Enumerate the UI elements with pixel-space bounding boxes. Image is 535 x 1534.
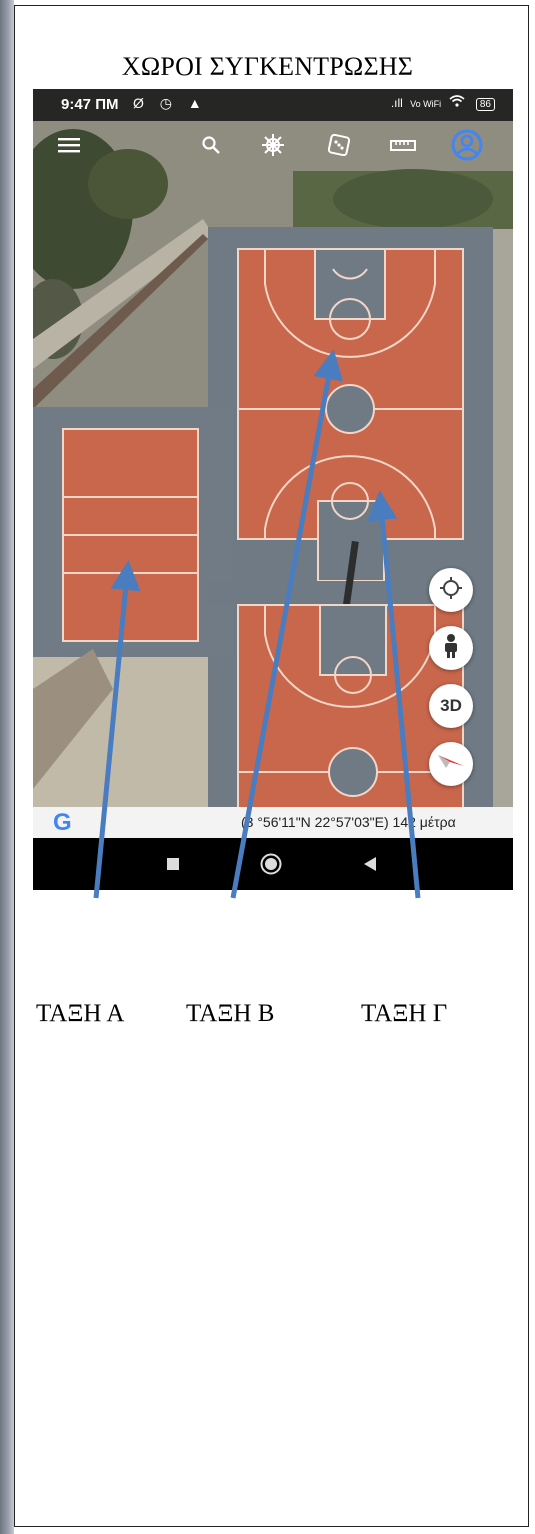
wifi-calling-icon: Vo WiFi — [410, 99, 442, 109]
status-notification-icons: Ø ◷ ▲ — [133, 95, 208, 111]
google-logo: G — [53, 809, 72, 836]
account-icon[interactable] — [449, 127, 485, 163]
back-button[interactable] — [345, 838, 395, 890]
3d-view-button[interactable]: 3D — [429, 684, 473, 728]
coordinates-scale: (3 °56'11"N 22°57'03"E) 142 μέτρα — [241, 814, 456, 830]
map-toolbar — [33, 121, 513, 171]
page-edge-strip — [0, 0, 14, 1534]
label-taxi-g: ΤΑΞΗ Γ — [361, 1000, 448, 1027]
status-right-icons: .ıll Vo WiFi 86 — [391, 95, 495, 111]
pegman-icon — [441, 633, 461, 664]
search-icon[interactable] — [193, 127, 229, 163]
signal-icon: .ıll — [390, 96, 403, 110]
status-time: 9:47 ΠΜ — [61, 96, 119, 113]
label-taxi-b: ΤΑΞΗ Β — [186, 1000, 275, 1027]
locate-icon — [439, 576, 463, 605]
my-location-button[interactable] — [429, 568, 473, 612]
menu-icon[interactable] — [51, 127, 87, 163]
street-view-button[interactable] — [429, 626, 473, 670]
battery-indicator: 86 — [475, 98, 495, 111]
compass-button[interactable] — [429, 742, 473, 786]
home-button[interactable] — [246, 838, 296, 890]
ship-wheel-icon[interactable] — [255, 127, 291, 163]
recents-button[interactable] — [148, 838, 198, 890]
compass-icon — [436, 752, 466, 777]
page-title: ΧΩΡΟΙ ΣΥΓΚΕΝΤΡΩΣΗΣ — [121, 52, 414, 81]
map-attribution-bar: G (3 °56'11"N 22°57'03"E) 142 μέτρα — [33, 807, 513, 838]
wifi-icon — [449, 95, 468, 110]
dice-icon[interactable] — [321, 127, 357, 163]
label-taxi-a: ΤΑΞΗ Α — [36, 1000, 125, 1027]
map-screenshot: 9:47 ΠΜ Ø ◷ ▲ .ıll Vo WiFi 86 3D G (3 °5… — [33, 89, 513, 890]
ruler-icon[interactable] — [385, 127, 421, 163]
android-nav-bar — [33, 838, 513, 890]
status-bar: 9:47 ΠΜ Ø ◷ ▲ .ıll Vo WiFi 86 — [33, 89, 513, 121]
